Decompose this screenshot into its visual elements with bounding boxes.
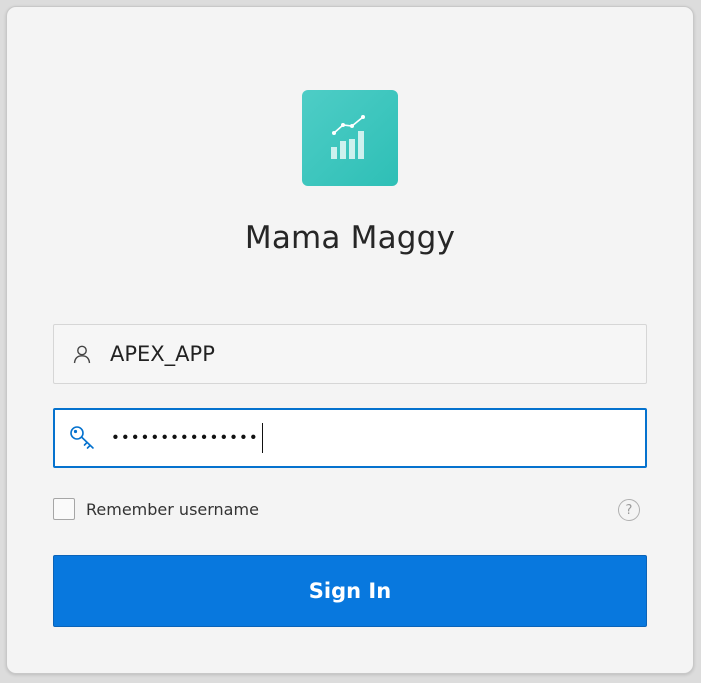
password-dots: ••••••••••••••• — [111, 428, 259, 447]
password-value[interactable]: ••••••••••••••• — [111, 423, 263, 453]
login-card: Mama Maggy APEX_APP ••••••••••••••• Reme… — [6, 6, 694, 674]
chart-icon — [331, 115, 365, 159]
remember-checkbox[interactable] — [53, 498, 75, 520]
sign-in-button[interactable]: Sign In — [53, 555, 647, 627]
user-icon — [54, 344, 110, 364]
username-field[interactable]: APEX_APP — [53, 324, 647, 384]
app-title: Mama Maggy — [244, 220, 456, 256]
help-icon[interactable]: ? — [618, 499, 640, 521]
text-caret — [261, 423, 263, 453]
remember-username[interactable]: Remember username — [53, 498, 259, 520]
remember-label: Remember username — [86, 499, 259, 519]
password-field[interactable]: ••••••••••••••• — [53, 408, 647, 468]
username-value[interactable]: APEX_APP — [110, 342, 215, 366]
app-logo — [302, 90, 398, 186]
key-icon — [55, 425, 111, 451]
